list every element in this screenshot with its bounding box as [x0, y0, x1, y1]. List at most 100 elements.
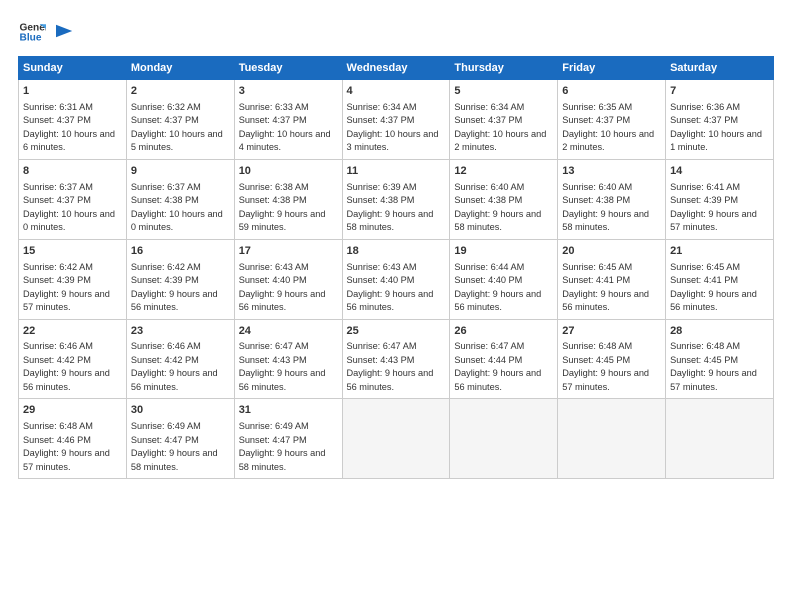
day-info: Sunrise: 6:44 AMSunset: 4:40 PMDaylight:… [454, 262, 541, 313]
calendar-body: 1Sunrise: 6:31 AMSunset: 4:37 PMDaylight… [19, 80, 774, 479]
day-cell [666, 399, 774, 479]
week-row-1: 1Sunrise: 6:31 AMSunset: 4:37 PMDaylight… [19, 80, 774, 160]
day-number: 25 [347, 324, 446, 339]
day-cell: 10 Sunrise: 6:38 AMSunset: 4:38 PMDayligh… [234, 159, 342, 239]
week-row-3: 15Sunrise: 6:42 AMSunset: 4:39 PMDayligh… [19, 239, 774, 319]
day-cell [558, 399, 666, 479]
day-cell: 2 Sunrise: 6:32 AMSunset: 4:37 PMDaylight… [126, 80, 234, 160]
day-cell: 8 Sunrise: 6:37 AMSunset: 4:37 PMDaylight… [19, 159, 127, 239]
day-cell: 16 Sunrise: 6:42 AMSunset: 4:39 PMDayligh… [126, 239, 234, 319]
day-cell: 20 Sunrise: 6:45 AMSunset: 4:41 PMDayligh… [558, 239, 666, 319]
day-info: Sunrise: 6:46 AMSunset: 4:42 PMDaylight:… [23, 341, 110, 392]
day-info: Sunrise: 6:43 AMSunset: 4:40 PMDaylight:… [239, 262, 326, 313]
day-number: 18 [347, 244, 446, 259]
day-info: Sunrise: 6:34 AMSunset: 4:37 PMDaylight:… [347, 102, 439, 153]
day-number: 7 [670, 84, 769, 99]
day-number: 2 [131, 84, 230, 99]
logo-flag-icon [56, 22, 74, 40]
day-number: 10 [239, 164, 338, 179]
day-info: Sunrise: 6:35 AMSunset: 4:37 PMDaylight:… [562, 102, 654, 153]
day-number: 22 [23, 324, 122, 339]
day-info: Sunrise: 6:40 AMSunset: 4:38 PMDaylight:… [454, 182, 541, 233]
day-number: 3 [239, 84, 338, 99]
day-info: Sunrise: 6:48 AMSunset: 4:45 PMDaylight:… [670, 341, 757, 392]
day-info: Sunrise: 6:45 AMSunset: 4:41 PMDaylight:… [562, 262, 649, 313]
day-cell: 5 Sunrise: 6:34 AMSunset: 4:37 PMDaylight… [450, 80, 558, 160]
day-info: Sunrise: 6:49 AMSunset: 4:47 PMDaylight:… [239, 421, 326, 472]
col-header-saturday: Saturday [666, 57, 774, 80]
day-info: Sunrise: 6:40 AMSunset: 4:38 PMDaylight:… [562, 182, 649, 233]
day-info: Sunrise: 6:37 AMSunset: 4:38 PMDaylight:… [131, 182, 223, 233]
col-header-thursday: Thursday [450, 57, 558, 80]
col-header-tuesday: Tuesday [234, 57, 342, 80]
day-cell: 18 Sunrise: 6:43 AMSunset: 4:40 PMDayligh… [342, 239, 450, 319]
day-cell: 21 Sunrise: 6:45 AMSunset: 4:41 PMDayligh… [666, 239, 774, 319]
day-number: 6 [562, 84, 661, 99]
day-number: 4 [347, 84, 446, 99]
day-number: 23 [131, 324, 230, 339]
day-cell: 14 Sunrise: 6:41 AMSunset: 4:39 PMDayligh… [666, 159, 774, 239]
day-cell: 25Sunrise: 6:47 AMSunset: 4:43 PMDayligh… [342, 319, 450, 399]
day-cell: 3Sunrise: 6:33 AMSunset: 4:37 PMDaylight… [234, 80, 342, 160]
day-cell: 30 Sunrise: 6:49 AMSunset: 4:47 PMDayligh… [126, 399, 234, 479]
day-number: 31 [239, 403, 338, 418]
day-info: Sunrise: 6:49 AMSunset: 4:47 PMDaylight:… [131, 421, 218, 472]
day-number: 29 [23, 403, 122, 418]
day-info: Sunrise: 6:48 AMSunset: 4:45 PMDaylight:… [562, 341, 649, 392]
day-cell: 22 Sunrise: 6:46 AMSunset: 4:42 PMDayligh… [19, 319, 127, 399]
day-cell: 9Sunrise: 6:37 AMSunset: 4:38 PMDaylight… [126, 159, 234, 239]
day-info: Sunrise: 6:34 AMSunset: 4:37 PMDaylight:… [454, 102, 546, 153]
day-cell: 19 Sunrise: 6:44 AMSunset: 4:40 PMDayligh… [450, 239, 558, 319]
day-number: 27 [562, 324, 661, 339]
svg-text:Blue: Blue [20, 33, 42, 44]
week-row-2: 8 Sunrise: 6:37 AMSunset: 4:37 PMDaylight… [19, 159, 774, 239]
col-header-sunday: Sunday [19, 57, 127, 80]
day-info: Sunrise: 6:36 AMSunset: 4:37 PMDaylight:… [670, 102, 762, 153]
logo: General Blue [18, 18, 74, 46]
day-info: Sunrise: 6:42 AMSunset: 4:39 PMDaylight:… [23, 262, 110, 313]
day-number: 5 [454, 84, 553, 99]
day-number: 20 [562, 244, 661, 259]
day-number: 26 [454, 324, 553, 339]
day-cell: 28 Sunrise: 6:48 AMSunset: 4:45 PMDayligh… [666, 319, 774, 399]
day-cell: 13 Sunrise: 6:40 AMSunset: 4:38 PMDayligh… [558, 159, 666, 239]
day-info: Sunrise: 6:45 AMSunset: 4:41 PMDaylight:… [670, 262, 757, 313]
day-cell: 15Sunrise: 6:42 AMSunset: 4:39 PMDayligh… [19, 239, 127, 319]
week-row-4: 22 Sunrise: 6:46 AMSunset: 4:42 PMDayligh… [19, 319, 774, 399]
day-info: Sunrise: 6:38 AMSunset: 4:38 PMDaylight:… [239, 182, 326, 233]
day-number: 28 [670, 324, 769, 339]
day-cell: 29 Sunrise: 6:48 AMSunset: 4:46 PMDayligh… [19, 399, 127, 479]
day-number: 16 [131, 244, 230, 259]
day-cell: 12Sunrise: 6:40 AMSunset: 4:38 PMDayligh… [450, 159, 558, 239]
day-cell: 24Sunrise: 6:47 AMSunset: 4:43 PMDayligh… [234, 319, 342, 399]
day-number: 17 [239, 244, 338, 259]
day-number: 21 [670, 244, 769, 259]
days-of-week-row: SundayMondayTuesdayWednesdayThursdayFrid… [19, 57, 774, 80]
day-number: 19 [454, 244, 553, 259]
day-info: Sunrise: 6:47 AMSunset: 4:44 PMDaylight:… [454, 341, 541, 392]
week-row-5: 29 Sunrise: 6:48 AMSunset: 4:46 PMDayligh… [19, 399, 774, 479]
day-info: Sunrise: 6:43 AMSunset: 4:40 PMDaylight:… [347, 262, 434, 313]
day-cell: 17 Sunrise: 6:43 AMSunset: 4:40 PMDayligh… [234, 239, 342, 319]
day-cell: 7 Sunrise: 6:36 AMSunset: 4:37 PMDaylight… [666, 80, 774, 160]
day-number: 14 [670, 164, 769, 179]
day-info: Sunrise: 6:41 AMSunset: 4:39 PMDaylight:… [670, 182, 757, 233]
day-info: Sunrise: 6:37 AMSunset: 4:37 PMDaylight:… [23, 182, 115, 233]
day-number: 11 [347, 164, 446, 179]
day-cell: 31 Sunrise: 6:49 AMSunset: 4:47 PMDayligh… [234, 399, 342, 479]
calendar-header: SundayMondayTuesdayWednesdayThursdayFrid… [19, 57, 774, 80]
day-info: Sunrise: 6:39 AMSunset: 4:38 PMDaylight:… [347, 182, 434, 233]
day-info: Sunrise: 6:42 AMSunset: 4:39 PMDaylight:… [131, 262, 218, 313]
day-info: Sunrise: 6:32 AMSunset: 4:37 PMDaylight:… [131, 102, 223, 153]
col-header-friday: Friday [558, 57, 666, 80]
day-number: 30 [131, 403, 230, 418]
day-number: 13 [562, 164, 661, 179]
day-info: Sunrise: 6:46 AMSunset: 4:42 PMDaylight:… [131, 341, 218, 392]
col-header-monday: Monday [126, 57, 234, 80]
day-info: Sunrise: 6:48 AMSunset: 4:46 PMDaylight:… [23, 421, 110, 472]
day-cell: 6 Sunrise: 6:35 AMSunset: 4:37 PMDaylight… [558, 80, 666, 160]
day-number: 1 [23, 84, 122, 99]
day-cell: 23 Sunrise: 6:46 AMSunset: 4:42 PMDayligh… [126, 319, 234, 399]
day-number: 8 [23, 164, 122, 179]
day-cell: 11 Sunrise: 6:39 AMSunset: 4:38 PMDayligh… [342, 159, 450, 239]
